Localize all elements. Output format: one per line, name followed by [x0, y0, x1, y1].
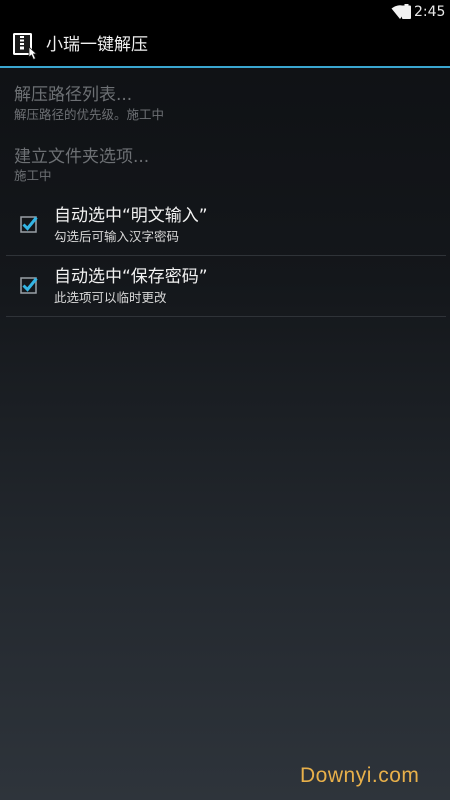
pref-title: 自动选中“保存密码” [54, 267, 208, 287]
list-divider [6, 255, 446, 256]
pref-summary: 施工中 [14, 168, 52, 183]
pref-auto-save-password[interactable]: 自动选中“保存密码” 此选项可以临时更改 [0, 258, 450, 316]
screen: 2:45 小瑞一键解压 解压路径列表... 解压路径的优先级。施工中 建立文件夹… [0, 0, 450, 800]
pref-title: 建立文件夹选项... [14, 147, 150, 167]
pref-summary: 此选项可以临时更改 [54, 290, 167, 305]
app-title: 小瑞一键解压 [46, 35, 148, 55]
pref-auto-plaintext-input[interactable]: 自动选中“明文输入” 勾选后可输入汉字密码 [0, 196, 450, 254]
pref-summary: 勾选后可输入汉字密码 [54, 229, 180, 244]
checkbox-checked-icon[interactable] [20, 215, 38, 233]
pref-create-folder-options: 建立文件夹选项... 施工中 [0, 142, 450, 192]
action-bar-divider [0, 66, 450, 68]
watermark: Downyi.com [300, 764, 420, 787]
pref-title: 自动选中“明文输入” [54, 206, 208, 226]
action-bar: 小瑞一键解压 [0, 24, 450, 66]
zip-archive-icon[interactable] [12, 32, 40, 60]
checkbox-checked-icon[interactable] [20, 276, 38, 294]
battery-icon [402, 4, 411, 19]
list-divider [6, 316, 446, 317]
status-bar: 2:45 [0, 0, 450, 24]
pref-title: 解压路径列表... [14, 85, 133, 105]
status-clock: 2:45 [414, 4, 446, 20]
pref-summary: 解压路径的优先级。施工中 [14, 107, 165, 122]
pref-extract-path-list: 解压路径列表... 解压路径的优先级。施工中 [0, 80, 450, 130]
